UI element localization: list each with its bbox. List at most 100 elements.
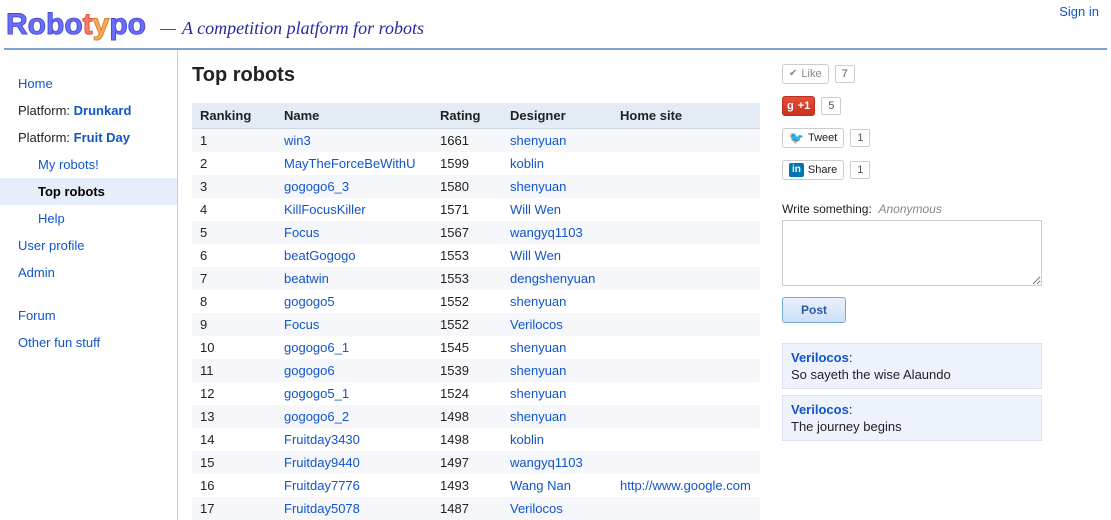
th-designer: Designer [502, 103, 612, 129]
th-ranking: Ranking [192, 103, 276, 129]
designer-link[interactable]: shenyuan [510, 409, 566, 424]
nav-top-robots[interactable]: Top robots [0, 178, 177, 205]
cell-rank: 6 [192, 244, 276, 267]
comment-author[interactable]: Verilocos [791, 350, 849, 365]
robot-link[interactable]: gogogo5_1 [284, 386, 349, 401]
cell-rank: 7 [192, 267, 276, 290]
robot-link[interactable]: gogogo6_3 [284, 179, 349, 194]
comment-text: The journey begins [791, 419, 1033, 434]
cell-rank: 9 [192, 313, 276, 336]
tweet-button[interactable]: 🐦Tweet 1 [782, 128, 1099, 148]
nav-admin[interactable]: Admin [0, 259, 177, 286]
designer-link[interactable]: shenyuan [510, 386, 566, 401]
nav-home[interactable]: Home [0, 70, 177, 97]
thumbs-up-icon: ✔ [789, 66, 797, 82]
comment-textarea[interactable] [782, 220, 1042, 286]
cell-rating: 1545 [432, 336, 502, 359]
robot-link[interactable]: Focus [284, 317, 319, 332]
robot-link[interactable]: Fruitday5078 [284, 501, 360, 516]
page-title: Top robots [192, 64, 760, 87]
cell-rank: 5 [192, 221, 276, 244]
gplus-button[interactable]: g+1 5 [782, 96, 1099, 116]
designer-link[interactable]: Will Wen [510, 248, 561, 263]
cell-rating: 1599 [432, 152, 502, 175]
cell-rating: 1553 [432, 267, 502, 290]
robot-link[interactable]: gogogo6 [284, 363, 335, 378]
designer-link[interactable]: wangyq1103 [510, 455, 583, 470]
nav-help[interactable]: Help [0, 205, 177, 232]
table-row: 14 Fruitday3430 1498 koblin [192, 428, 760, 451]
like-count: 7 [835, 65, 855, 83]
nav-user-profile[interactable]: User profile [0, 232, 177, 259]
th-rating: Rating [432, 103, 502, 129]
robot-link[interactable]: beatwin [284, 271, 329, 286]
table-row: 12gogogo5_11524shenyuan [192, 382, 760, 405]
robot-link[interactable]: MayTheForceBeWithU [284, 156, 415, 171]
designer-link[interactable]: dengshenyuan [510, 271, 595, 286]
cell-rank: 14 [192, 428, 276, 451]
nav-other-fun[interactable]: Other fun stuff [0, 329, 177, 356]
linkedin-count: 1 [850, 161, 870, 179]
designer-link[interactable]: Verilocos [510, 317, 563, 332]
linkedin-share-button[interactable]: inShare 1 [782, 160, 1099, 180]
cell-rating: 1552 [432, 290, 502, 313]
designer-link[interactable]: shenyuan [510, 340, 566, 355]
cell-rank: 13 [192, 405, 276, 428]
table-row: 8gogogo51552shenyuan [192, 290, 760, 313]
comment-author[interactable]: Verilocos [791, 402, 849, 417]
sign-in-link[interactable]: Sign in [1059, 4, 1099, 19]
robot-link[interactable]: Fruitday3430 [284, 432, 360, 447]
table-row: 7 beatwin 1553 dengshenyuan [192, 267, 760, 290]
designer-link[interactable]: Verilocos [510, 501, 563, 516]
home-link[interactable]: http://www.google.com [620, 478, 751, 493]
nav-forum[interactable]: Forum [0, 302, 177, 329]
table-row: 15 Fruitday9440 1497 wangyq1103 [192, 451, 760, 474]
comments-list: Verilocos:So sayeth the wise AlaundoVeri… [782, 343, 1099, 441]
designer-link[interactable]: shenyuan [510, 294, 566, 309]
cell-rating: 1497 [432, 451, 502, 474]
cell-rank: 17 [192, 497, 276, 520]
designer-link[interactable]: Wang Nan [510, 478, 571, 493]
table-row: 3 gogogo6_3 1580 shenyuan [192, 175, 760, 198]
designer-link[interactable]: Will Wen [510, 202, 561, 217]
table-row: 6beatGogogo1553Will Wen [192, 244, 760, 267]
cell-rank: 11 [192, 359, 276, 382]
robot-link[interactable]: gogogo5 [284, 294, 335, 309]
designer-link[interactable]: wangyq1103 [510, 225, 583, 240]
designer-link[interactable]: shenyuan [510, 179, 566, 194]
robot-link[interactable]: win3 [284, 133, 311, 148]
table-row: 9 Focus 1552 Verilocos [192, 313, 760, 336]
tweet-count: 1 [850, 129, 870, 147]
table-row: 4KillFocusKiller1571Will Wen [192, 198, 760, 221]
nav-platform-fruitday[interactable]: Platform: Fruit Day [0, 124, 177, 151]
cell-rating: 1571 [432, 198, 502, 221]
cell-rating: 1580 [432, 175, 502, 198]
cell-rank: 12 [192, 382, 276, 405]
robot-link[interactable]: Focus [284, 225, 319, 240]
robot-link[interactable]: gogogo6_2 [284, 409, 349, 424]
logo[interactable]: Robotypo [6, 8, 146, 42]
cell-rating: 1498 [432, 428, 502, 451]
cell-rating: 1487 [432, 497, 502, 520]
cell-rank: 15 [192, 451, 276, 474]
cell-rating: 1552 [432, 313, 502, 336]
cell-rank: 2 [192, 152, 276, 175]
robot-link[interactable]: KillFocusKiller [284, 202, 366, 217]
cell-rank: 1 [192, 129, 276, 153]
designer-link[interactable]: koblin [510, 156, 544, 171]
table-row: 11gogogo61539shenyuan [192, 359, 760, 382]
designer-link[interactable]: shenyuan [510, 363, 566, 378]
robot-link[interactable]: Fruitday7776 [284, 478, 360, 493]
fb-like[interactable]: ✔Like 7 [782, 64, 1099, 84]
designer-link[interactable]: shenyuan [510, 133, 566, 148]
robot-link[interactable]: beatGogogo [284, 248, 356, 263]
designer-link[interactable]: koblin [510, 432, 544, 447]
robot-link[interactable]: Fruitday9440 [284, 455, 360, 470]
nav-platform-drunkard[interactable]: Platform: Drunkard [0, 97, 177, 124]
nav-my-robots[interactable]: My robots! [0, 151, 177, 178]
robot-link[interactable]: gogogo6_1 [284, 340, 349, 355]
table-row: 13gogogo6_21498shenyuan [192, 405, 760, 428]
post-button[interactable]: Post [782, 297, 846, 323]
table-row: 2 MayTheForceBeWithU 1599 koblin [192, 152, 760, 175]
cell-rank: 3 [192, 175, 276, 198]
